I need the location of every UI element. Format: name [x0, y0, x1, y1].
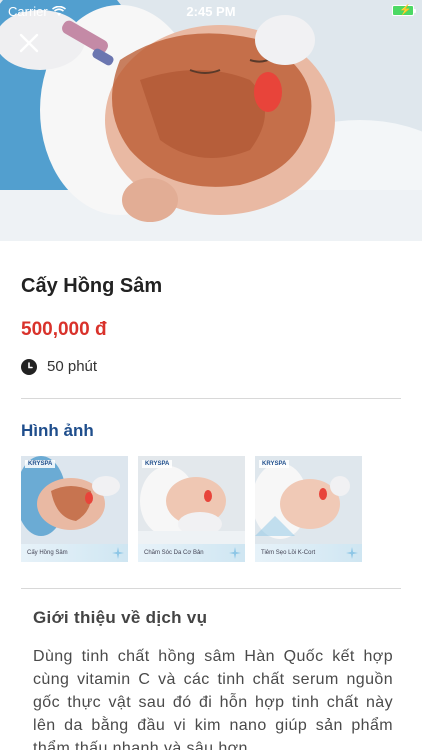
sparkle-icon	[346, 547, 358, 559]
thumbnail-logo: KRYSPA	[25, 460, 56, 468]
divider	[21, 588, 401, 589]
hero-image	[0, 0, 422, 241]
service-title: Cấy Hồng Sâm	[21, 275, 163, 297]
close-button[interactable]	[16, 30, 42, 56]
service-duration: 50 phút	[21, 358, 97, 375]
service-price: 500,000 đ	[21, 319, 107, 340]
close-icon	[19, 33, 39, 53]
sparkle-icon	[229, 547, 241, 559]
thumbnail-caption: Cấy Hồng Sâm	[27, 550, 68, 556]
sparkle-icon	[112, 547, 124, 559]
thumbnail-logo: KRYSPA	[142, 460, 173, 468]
battery-icon: ⚡	[392, 5, 416, 16]
gallery: KRYSPA Cấy Hồng Sâm KRYSPA Chăm Sóc Da C…	[21, 456, 362, 562]
thumbnail-logo: KRYSPA	[259, 460, 290, 468]
gallery-thumbnail[interactable]: KRYSPA Tiêm Sẹo Lồi K-Cort	[255, 456, 362, 562]
duration-label: 50 phút	[47, 358, 98, 375]
divider	[21, 398, 401, 399]
hero-illustration	[0, 0, 422, 241]
gallery-heading: Hình ảnh	[21, 421, 94, 440]
thumbnail-caption: Chăm Sóc Da Cơ Bản	[144, 550, 204, 556]
intro-body: Dùng tinh chất hồng sâm Hàn Quốc kết hợp…	[33, 648, 393, 750]
clock-icon	[21, 358, 37, 375]
intro-heading: Giới thiệu về dịch vụ	[33, 608, 208, 627]
status-time: 2:45 PM	[186, 3, 236, 19]
thumbnail-caption: Tiêm Sẹo Lồi K-Cort	[261, 550, 316, 556]
gallery-thumbnail[interactable]: KRYSPA Cấy Hồng Sâm	[21, 456, 128, 562]
status-bar: Carrier 2:45 PM ⚡	[0, 0, 422, 22]
gallery-thumbnail[interactable]: KRYSPA Chăm Sóc Da Cơ Bản	[138, 456, 245, 562]
